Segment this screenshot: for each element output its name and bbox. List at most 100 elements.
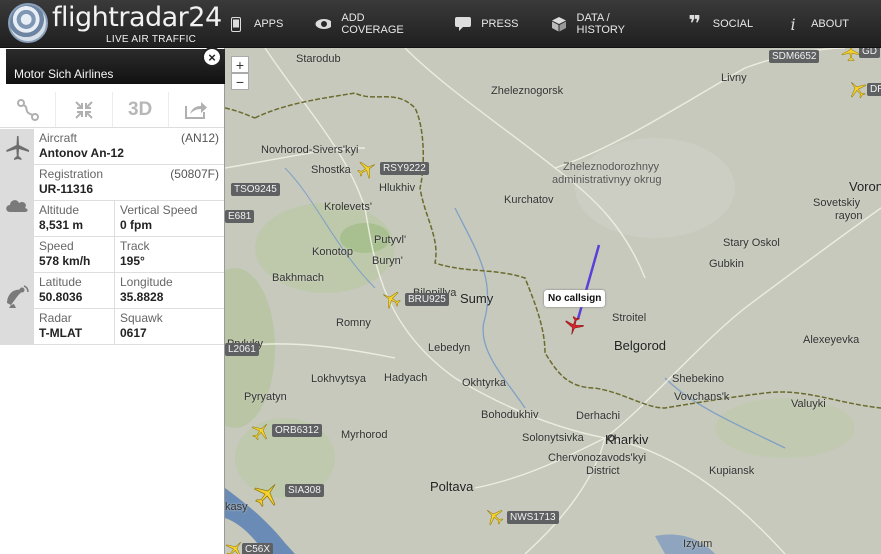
zoom-out-button[interactable]: − <box>231 73 249 90</box>
flight-label[interactable]: L2061 <box>225 343 259 356</box>
place-label: Buryn' <box>372 255 403 267</box>
place-label: Bakhmach <box>272 272 324 284</box>
logo-name: flightradar24 <box>52 2 222 33</box>
track-label: Track <box>120 239 150 253</box>
mode-s-code: (50807F) <box>170 167 219 181</box>
place-label: administrativnyy okrug <box>552 174 662 186</box>
share-icon <box>185 101 208 119</box>
phone-icon <box>228 16 244 32</box>
radar-disc-icon <box>8 3 48 43</box>
flightradar24-logo[interactable]: flightradar24 LIVE AIR TRAFFIC <box>6 2 222 46</box>
altitude-value: 8,531 m <box>39 218 84 232</box>
nav-about[interactable]: i ABOUT <box>785 14 849 34</box>
weather-group <box>0 200 34 237</box>
latitude-cell: Latitude 50.8036 <box>34 273 115 309</box>
compress-icon <box>75 100 93 119</box>
place-label: Sumy <box>460 291 494 306</box>
nav-about-label: ABOUT <box>811 18 849 30</box>
airplane-icon <box>6 136 29 160</box>
vertical-speed-label: Vertical Speed <box>120 203 198 217</box>
3d-view-label: 3D <box>127 98 153 120</box>
place-label: Konotop <box>312 246 353 258</box>
flight-label[interactable]: ORB6312 <box>272 424 322 437</box>
track-value: 195° <box>120 254 145 268</box>
satellite-dish-icon <box>7 285 29 308</box>
place-label: Novhorod-Sivers'kyi <box>261 144 359 156</box>
flight-header: Motor Sich Airlines <box>6 49 225 84</box>
fullscreen-toggle-button[interactable] <box>56 92 113 127</box>
main-nav: APPS ADD COVERAGE PRESS DATA / HISTORY ❞… <box>228 0 881 48</box>
place-label: Livny <box>721 72 747 84</box>
show-route-button[interactable] <box>0 92 57 127</box>
aircraft-group <box>0 129 34 165</box>
airline-name: Motor Sich Airlines <box>14 67 114 81</box>
radar-group <box>0 273 34 309</box>
altitude-label: Altitude <box>39 203 80 217</box>
cloud-icon <box>6 200 28 212</box>
place-label: Myrhorod <box>341 429 388 441</box>
vertical-speed-value: 0 fpm <box>120 218 153 232</box>
latitude-label: Latitude <box>39 275 82 289</box>
nav-apps[interactable]: APPS <box>228 16 283 32</box>
3d-view-button[interactable]: 3D <box>113 92 169 127</box>
longitude-label: Longitude <box>120 275 173 289</box>
place-label: Solonytsivka <box>522 432 584 444</box>
flight-label[interactable]: C56X <box>242 543 274 554</box>
place-label: Kupiansk <box>709 465 755 477</box>
flight-label[interactable]: NWS1713 <box>507 511 559 524</box>
nav-data-history-label: DATA / HISTORY <box>576 12 626 36</box>
aircraft-value: Antonov An-12 <box>39 146 124 160</box>
place-label: Voron <box>849 179 881 194</box>
flight-label[interactable]: GD <box>859 48 880 58</box>
place-label: Gubkin <box>709 258 744 270</box>
flight-label[interactable]: SDM6652 <box>769 50 820 63</box>
aircraft-type-code: (AN12) <box>180 131 219 145</box>
squawk-cell: Squawk 0617 <box>115 309 224 345</box>
nav-press[interactable]: PRESS <box>455 16 519 32</box>
radar-value: T-MLAT <box>39 326 83 340</box>
flight-map[interactable]: + − Starodub Zheleznogorsk Livny Novhoro… <box>225 48 881 554</box>
logo-tagline: LIVE AIR TRAFFIC <box>106 34 197 45</box>
altitude-cell: Altitude 8,531 m <box>34 201 115 237</box>
eye-icon <box>315 16 332 32</box>
nav-press-label: PRESS <box>481 18 519 30</box>
nav-apps-label: APPS <box>254 18 284 30</box>
place-label: Lokhvytsya <box>311 373 367 385</box>
place-label: Zheleznogorsk <box>491 85 564 97</box>
place-label: Krolevets' <box>324 201 372 213</box>
speed-label: Speed <box>39 239 74 253</box>
place-label: Hadyach <box>384 372 428 384</box>
registration-value: UR-11316 <box>39 182 94 196</box>
flight-label[interactable]: E681 <box>225 210 255 223</box>
speed-value: 578 km/h <box>39 254 91 268</box>
place-label: Pyryatyn <box>244 391 287 403</box>
squawk-label: Squawk <box>120 311 163 325</box>
place-label: Lebedyn <box>428 342 471 354</box>
panel-toolbar: 3D <box>0 92 224 128</box>
zoom-in-button[interactable]: + <box>231 56 249 73</box>
airplane-icon[interactable] <box>841 48 861 62</box>
place-label: Poltava <box>430 479 474 494</box>
speech-bubble-icon <box>455 16 472 32</box>
nav-social-label: SOCIAL <box>712 18 754 30</box>
place-label: rayon <box>835 210 863 222</box>
city-marker-icon <box>607 434 615 442</box>
nav-data-history[interactable]: DATA / HISTORY <box>551 12 655 36</box>
flight-label[interactable]: TSO9245 <box>231 183 280 196</box>
place-label: Putyvl' <box>374 234 407 246</box>
selected-flight-label[interactable]: No callsign <box>544 290 606 307</box>
flight-label[interactable]: DR <box>867 83 881 96</box>
longitude-cell: Longitude 35.8828 <box>115 273 224 309</box>
nav-add-coverage[interactable]: ADD COVERAGE <box>315 12 423 36</box>
place-label: kasy <box>225 501 248 513</box>
flight-label[interactable]: RSY9222 <box>380 162 429 175</box>
speed-cell: Speed 578 km/h <box>34 237 115 273</box>
place-label: Sovetskiy <box>813 197 861 209</box>
close-panel-button[interactable]: × <box>202 47 222 67</box>
info-icon: i <box>790 14 796 34</box>
nav-social[interactable]: ❞ SOCIAL <box>687 11 754 36</box>
place-label: District <box>586 465 620 477</box>
flight-label[interactable]: SIA308 <box>285 484 324 497</box>
share-button[interactable] <box>169 92 224 127</box>
flight-label[interactable]: BRU925 <box>405 293 449 306</box>
